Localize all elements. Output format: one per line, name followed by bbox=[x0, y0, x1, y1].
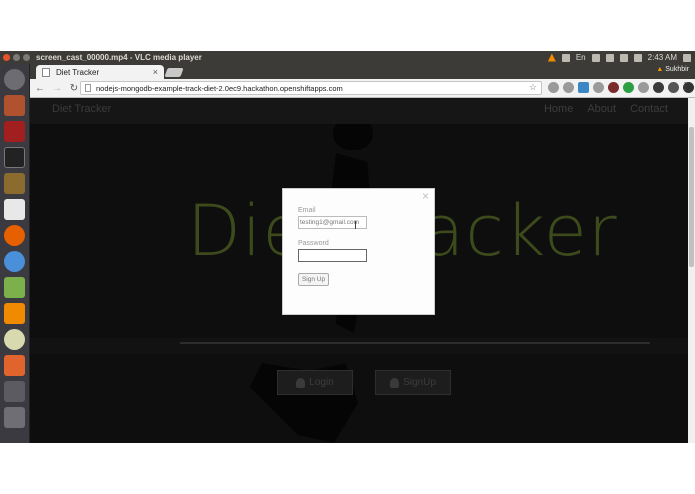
webpage: Diet Tracker Home About Contact Diet Tra… bbox=[30, 98, 688, 443]
extension-icon[interactable] bbox=[668, 82, 679, 93]
extension-icon[interactable] bbox=[563, 82, 574, 93]
vlc-tray-icon[interactable] bbox=[547, 53, 556, 62]
ubuntu-dash-icon[interactable] bbox=[4, 69, 25, 90]
new-tab-button[interactable] bbox=[164, 68, 184, 77]
user-icon bbox=[390, 377, 400, 388]
extension-icon[interactable] bbox=[653, 82, 664, 93]
nav-contact[interactable]: Contact bbox=[630, 103, 668, 115]
terminal-icon[interactable] bbox=[4, 147, 25, 168]
bluetooth-icon[interactable] bbox=[591, 53, 600, 62]
keyboard-layout-indicator[interactable]: En bbox=[576, 53, 586, 62]
close-tab-icon[interactable]: × bbox=[153, 67, 158, 77]
nav-about[interactable]: About bbox=[587, 103, 616, 115]
camera-icon[interactable] bbox=[4, 329, 25, 350]
battery-icon[interactable] bbox=[619, 53, 628, 62]
signup-button[interactable]: SignUp bbox=[375, 370, 451, 395]
page-info-icon[interactable] bbox=[85, 84, 91, 92]
android-studio-icon[interactable] bbox=[4, 277, 25, 298]
screen: screen_cast_00000.mp4 - VLC media player… bbox=[0, 0, 695, 494]
password-label: Password bbox=[298, 240, 329, 247]
network-transfer-icon[interactable] bbox=[561, 53, 570, 62]
url-text: nodejs-mongodb-example-track-diet-2.0ec9… bbox=[96, 83, 343, 93]
clock[interactable]: 2:43 AM bbox=[648, 53, 677, 62]
user-icon bbox=[296, 377, 306, 388]
site-brand[interactable]: Diet Tracker bbox=[52, 103, 111, 115]
scrollbar-thumb[interactable] bbox=[689, 127, 694, 267]
trash-icon[interactable] bbox=[4, 407, 25, 428]
profile-chip[interactable]: Sukhbir bbox=[656, 66, 689, 73]
tab-title: Diet Tracker bbox=[56, 67, 100, 77]
extensions-bar bbox=[548, 82, 694, 93]
pocket-icon[interactable] bbox=[608, 82, 619, 93]
vlc-icon[interactable] bbox=[4, 303, 25, 324]
video-icon[interactable] bbox=[4, 121, 25, 142]
login-label: Login bbox=[309, 377, 334, 388]
ubuntu-top-panel: screen_cast_00000.mp4 - VLC media player… bbox=[0, 51, 695, 64]
email-label: Email bbox=[298, 207, 316, 214]
bookmark-star-icon[interactable]: ☆ bbox=[529, 82, 537, 93]
browser-menu-icon[interactable]: ⋮ bbox=[680, 81, 690, 92]
volume-icon[interactable] bbox=[633, 53, 642, 62]
system-tray: En 2:43 AM bbox=[547, 51, 691, 64]
site-navbar: Diet Tracker Home About Contact bbox=[30, 98, 688, 124]
video-letterbox bbox=[0, 443, 695, 494]
extension-icon[interactable] bbox=[548, 82, 559, 93]
files-icon[interactable] bbox=[4, 95, 25, 116]
navigation-bar: ← → ↻ nodejs-mongodb-example-track-diet-… bbox=[30, 79, 695, 98]
workspace-icon[interactable] bbox=[4, 381, 25, 402]
maximize-window-icon[interactable] bbox=[23, 54, 30, 61]
nav-home[interactable]: Home bbox=[544, 103, 573, 115]
address-bar[interactable]: nodejs-mongodb-example-track-diet-2.0ec9… bbox=[80, 81, 542, 95]
background-horizon-line bbox=[180, 342, 650, 344]
ubuntu-launcher bbox=[0, 64, 30, 444]
window-controls bbox=[3, 54, 30, 61]
browser-chrome: Diet Tracker × Sukhbir ← → ↻ nodejs-mong… bbox=[30, 64, 695, 98]
back-arrow-icon[interactable]: ← bbox=[33, 83, 47, 94]
mail-icon[interactable] bbox=[605, 53, 614, 62]
minimize-window-icon[interactable] bbox=[13, 54, 20, 61]
close-icon[interactable]: × bbox=[422, 189, 429, 203]
password-field[interactable] bbox=[298, 249, 367, 262]
archive-icon[interactable] bbox=[4, 173, 25, 194]
tab-diet-tracker[interactable]: Diet Tracker × bbox=[36, 65, 164, 79]
extension-icon[interactable] bbox=[638, 82, 649, 93]
extension-icon[interactable] bbox=[578, 82, 589, 93]
page-icon bbox=[42, 67, 50, 77]
close-window-icon[interactable] bbox=[3, 54, 10, 61]
extension-icon[interactable] bbox=[623, 82, 634, 93]
signup-modal: × Email testing1@gmail.com Password Sign… bbox=[282, 188, 435, 315]
site-nav-links: Home About Contact bbox=[544, 103, 668, 115]
chromium-icon[interactable] bbox=[4, 251, 25, 272]
software-center-icon[interactable] bbox=[4, 355, 25, 376]
tab-strip: Diet Tracker × Sukhbir bbox=[30, 64, 695, 79]
login-button[interactable]: Login bbox=[277, 370, 353, 395]
window-title: screen_cast_00000.mp4 - VLC media player bbox=[36, 53, 202, 62]
email-field[interactable]: testing1@gmail.com bbox=[298, 216, 367, 229]
gear-icon[interactable] bbox=[683, 53, 691, 62]
forward-arrow-icon[interactable]: → bbox=[50, 83, 64, 94]
background-horizon bbox=[30, 338, 688, 354]
settings-icon[interactable] bbox=[4, 199, 25, 220]
firefox-icon[interactable] bbox=[4, 225, 25, 246]
reload-icon[interactable]: ↻ bbox=[67, 83, 81, 94]
sign-up-submit-button[interactable]: Sign Up bbox=[298, 273, 329, 286]
extension-icon[interactable] bbox=[593, 82, 604, 93]
text-cursor-icon bbox=[355, 221, 356, 229]
signup-label: SignUp bbox=[403, 377, 436, 388]
page-scrollbar[interactable] bbox=[688, 98, 695, 443]
